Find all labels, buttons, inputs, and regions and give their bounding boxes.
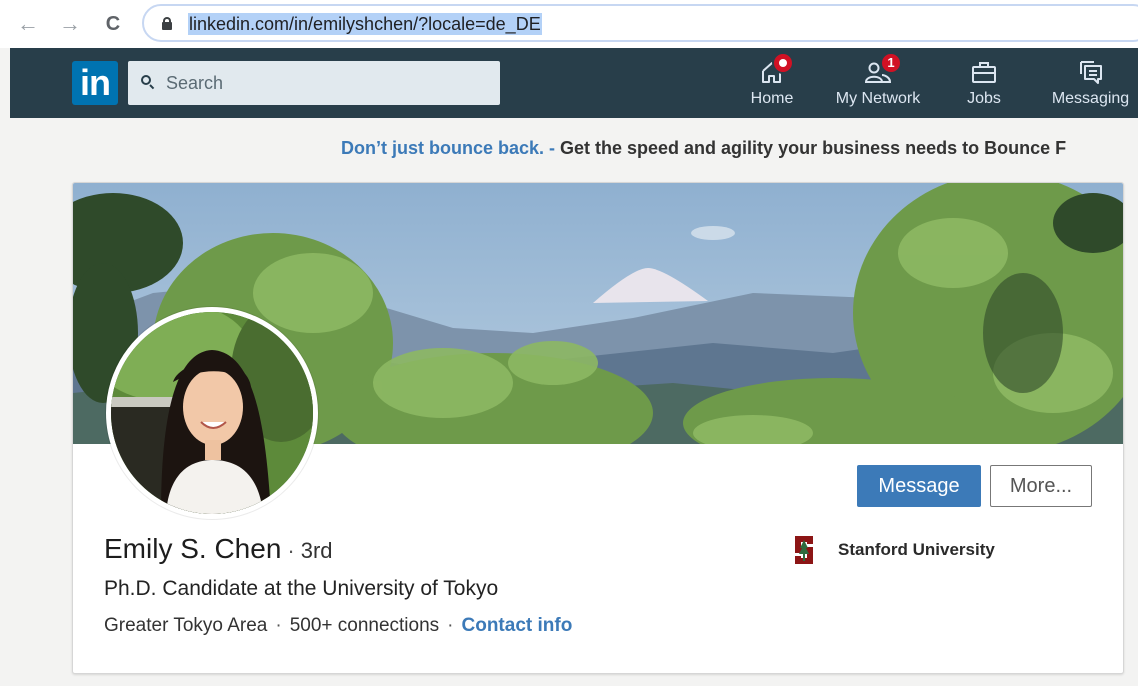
nav-label: Messaging: [1051, 90, 1130, 107]
profile-headline: Ph.D. Candidate at the University of Tok…: [104, 577, 499, 600]
connections-count[interactable]: 500+ connections: [290, 615, 439, 636]
profile-meta: Greater Tokyo Area · 500+ connections · Cont…: [104, 615, 572, 637]
nav-label: My Network: [835, 90, 921, 107]
person-photo-image: [111, 312, 313, 514]
notification-dot-badge: [772, 52, 794, 74]
notification-count-badge: 1: [880, 52, 902, 74]
nav-item-home[interactable]: Home: [740, 52, 804, 114]
arrow-right-icon: →: [59, 11, 81, 36]
address-bar[interactable]: linkedin.com/in/emilyshchen/?locale=de_D…: [142, 4, 1138, 42]
nav-label: Jobs: [967, 90, 1001, 107]
reload-button[interactable]: C: [101, 10, 125, 38]
reload-icon: C: [105, 13, 121, 35]
nav-item-my-network[interactable]: 1 My Network: [826, 52, 930, 114]
back-button[interactable]: ←: [16, 10, 40, 38]
forward-button[interactable]: →: [58, 10, 82, 38]
connection-degree: 3rd: [300, 538, 333, 563]
location: Greater Tokyo Area: [104, 615, 268, 636]
profile-photo[interactable]: [106, 307, 318, 519]
profile-name-row: Emily S. Chen · 3rd: [104, 533, 333, 565]
url-text[interactable]: linkedin.com/in/emilyshchen/?locale=de_D…: [188, 13, 542, 35]
profile-name: Emily S. Chen: [104, 533, 282, 564]
messaging-icon: [1079, 61, 1102, 84]
school-name: Stanford University: [838, 540, 995, 559]
ad-banner[interactable]: Don’t just bounce back. - Get the speed …: [341, 138, 1066, 159]
separator-dot: ·: [287, 538, 295, 563]
more-button[interactable]: More...: [990, 465, 1092, 507]
browser-toolbar: ← → C linkedin.com/in/emilyshchen/?local…: [0, 0, 1138, 48]
stanford-logo-icon: [795, 536, 813, 564]
nav-label: Home: [750, 90, 794, 107]
ad-text: Get the speed and agility your business …: [555, 138, 1067, 158]
linkedin-navbar: in Home 1 My Network Jobs Messa: [10, 48, 1138, 118]
search-box[interactable]: [128, 61, 500, 105]
arrow-left-icon: ←: [17, 11, 39, 36]
nav-item-jobs[interactable]: Jobs: [955, 54, 1013, 114]
search-icon: [141, 75, 155, 90]
ad-link[interactable]: Don’t just bounce back. -: [341, 138, 555, 158]
message-button[interactable]: Message: [857, 465, 981, 507]
separator-dot: ·: [447, 615, 454, 636]
separator-dot: ·: [275, 615, 282, 636]
contact-info-link[interactable]: Contact info: [462, 615, 573, 636]
lock-icon: [162, 17, 172, 30]
nav-item-messaging[interactable]: Messaging: [1043, 54, 1138, 114]
briefcase-icon: [972, 62, 996, 83]
linkedin-logo[interactable]: in: [72, 61, 118, 105]
profile-card: Message More... Emily S. Chen · 3rd Ph.D. …: [72, 182, 1124, 674]
search-input[interactable]: [166, 61, 486, 105]
